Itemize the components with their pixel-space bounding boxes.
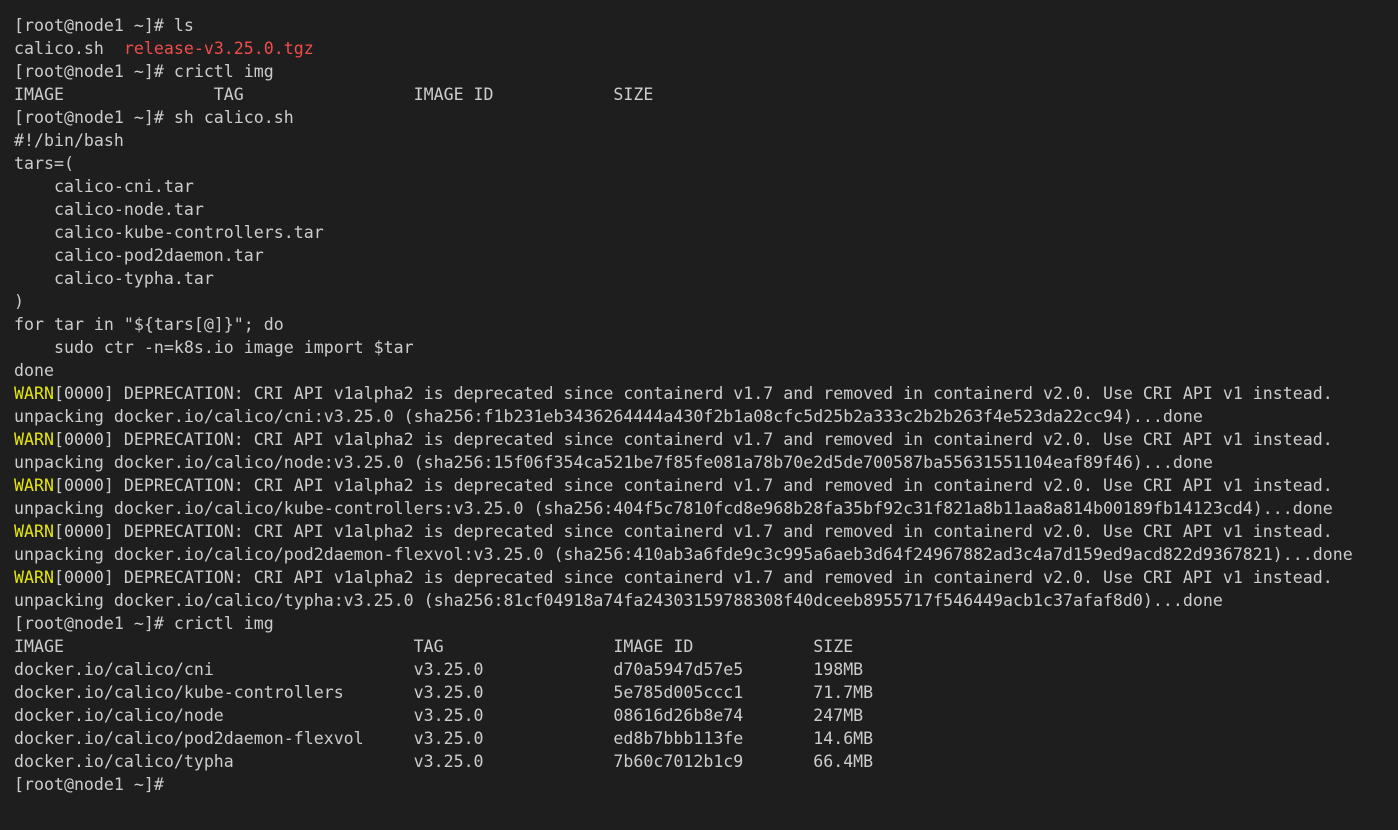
terminal-line: docker.io/calico/typha v3.25.0 7b60c7012… <box>14 750 1398 773</box>
warn-label: WARN <box>14 430 54 449</box>
terminal-text: calico-pod2daemon.tar <box>14 246 264 265</box>
terminal-line: calico.sh release-v3.25.0.tgz <box>14 37 1398 60</box>
terminal-line: for tar in "${tars[@]}"; do <box>14 313 1398 336</box>
terminal-line: calico-cni.tar <box>14 175 1398 198</box>
terminal-line: docker.io/calico/node v3.25.0 08616d26b8… <box>14 704 1398 727</box>
terminal-text: docker.io/calico/kube-controllers v3.25.… <box>14 683 874 702</box>
terminal-line: WARN[0000] DEPRECATION: CRI API v1alpha2… <box>14 382 1398 405</box>
terminal-line: unpacking docker.io/calico/node:v3.25.0 … <box>14 451 1398 474</box>
terminal-window[interactable]: [root@node1 ~]# ls calico.sh release-v3.2… <box>0 0 1398 830</box>
warn-label: WARN <box>14 476 54 495</box>
terminal-line: WARN[0000] DEPRECATION: CRI API v1alpha2… <box>14 474 1398 497</box>
terminal-text: [0000] DEPRECATION: CRI API v1alpha2 is … <box>53 522 1333 541</box>
terminal-text: [root@node1 ~]# crictl img <box>14 62 274 81</box>
terminal-line: unpacking docker.io/calico/cni:v3.25.0 (… <box>14 405 1398 428</box>
terminal-text: [0000] DEPRECATION: CRI API v1alpha2 is … <box>53 384 1333 403</box>
terminal-text: docker.io/calico/cni v3.25.0 d70a5947d57… <box>14 660 864 679</box>
terminal-line: [root@node1 ~]# ls <box>14 14 1398 37</box>
terminal-line: calico-typha.tar <box>14 267 1398 290</box>
terminal-output: [root@node1 ~]# ls calico.sh release-v3.2… <box>14 14 1398 796</box>
terminal-text: [root@node1 ~]# <box>14 775 174 794</box>
terminal-text: calico.sh <box>14 39 124 58</box>
terminal-text: ) <box>14 292 24 311</box>
terminal-cursor[interactable] <box>174 775 183 793</box>
terminal-text: sudo ctr -n=k8s.io image import $tar <box>14 338 414 357</box>
terminal-line: IMAGE TAG IMAGE ID SIZE <box>14 635 1398 658</box>
terminal-line: docker.io/calico/pod2daemon-flexvol v3.2… <box>14 727 1398 750</box>
terminal-text: #!/bin/bash <box>14 131 124 150</box>
terminal-text: unpacking docker.io/calico/cni:v3.25.0 (… <box>14 407 1203 426</box>
terminal-line: done <box>14 359 1398 382</box>
terminal-line: [root@node1 ~]# crictl img <box>14 60 1398 83</box>
terminal-line: unpacking docker.io/calico/typha:v3.25.0… <box>14 589 1398 612</box>
terminal-text: [0000] DEPRECATION: CRI API v1alpha2 is … <box>53 568 1333 587</box>
terminal-line: tars=( <box>14 152 1398 175</box>
terminal-text: calico-node.tar <box>14 200 204 219</box>
terminal-text: IMAGE TAG IMAGE ID SIZE <box>14 637 854 656</box>
terminal-line: calico-pod2daemon.tar <box>14 244 1398 267</box>
terminal-text: for tar in "${tars[@]}"; do <box>14 315 284 334</box>
terminal-line: [root@node1 ~]# crictl img <box>14 612 1398 635</box>
warn-label: WARN <box>14 522 54 541</box>
terminal-line: docker.io/calico/cni v3.25.0 d70a5947d57… <box>14 658 1398 681</box>
archive-file-name: release-v3.25.0.tgz <box>123 39 314 58</box>
terminal-text: [root@node1 ~]# ls <box>14 16 194 35</box>
terminal-line: unpacking docker.io/calico/kube-controll… <box>14 497 1398 520</box>
warn-label: WARN <box>14 568 54 587</box>
terminal-text: docker.io/calico/typha v3.25.0 7b60c7012… <box>14 752 874 771</box>
terminal-text: docker.io/calico/pod2daemon-flexvol v3.2… <box>14 729 874 748</box>
terminal-text: IMAGE TAG IMAGE ID SIZE <box>14 85 654 104</box>
terminal-line: calico-node.tar <box>14 198 1398 221</box>
terminal-line: [root@node1 ~]# <box>14 773 1398 796</box>
terminal-text: unpacking docker.io/calico/kube-controll… <box>14 499 1333 518</box>
terminal-line: IMAGE TAG IMAGE ID SIZE <box>14 83 1398 106</box>
terminal-text: [0000] DEPRECATION: CRI API v1alpha2 is … <box>53 430 1333 449</box>
terminal-text: calico-kube-controllers.tar <box>14 223 324 242</box>
terminal-line: calico-kube-controllers.tar <box>14 221 1398 244</box>
terminal-text: unpacking docker.io/calico/node:v3.25.0 … <box>14 453 1213 472</box>
terminal-text: unpacking docker.io/calico/pod2daemon-fl… <box>14 545 1353 564</box>
terminal-line: WARN[0000] DEPRECATION: CRI API v1alpha2… <box>14 428 1398 451</box>
terminal-text: [root@node1 ~]# crictl img <box>14 614 274 633</box>
warn-label: WARN <box>14 384 54 403</box>
terminal-line: [root@node1 ~]# sh calico.sh <box>14 106 1398 129</box>
terminal-line: WARN[0000] DEPRECATION: CRI API v1alpha2… <box>14 520 1398 543</box>
terminal-line: docker.io/calico/kube-controllers v3.25.… <box>14 681 1398 704</box>
terminal-text: [root@node1 ~]# sh calico.sh <box>14 108 294 127</box>
terminal-text: tars=( <box>14 154 74 173</box>
terminal-line: ) <box>14 290 1398 313</box>
terminal-text: calico-typha.tar <box>14 269 214 288</box>
terminal-line: sudo ctr -n=k8s.io image import $tar <box>14 336 1398 359</box>
terminal-line: #!/bin/bash <box>14 129 1398 152</box>
terminal-text: done <box>14 361 54 380</box>
terminal-text: [0000] DEPRECATION: CRI API v1alpha2 is … <box>53 476 1333 495</box>
terminal-text: unpacking docker.io/calico/typha:v3.25.0… <box>14 591 1223 610</box>
terminal-line: WARN[0000] DEPRECATION: CRI API v1alpha2… <box>14 566 1398 589</box>
terminal-text: calico-cni.tar <box>14 177 194 196</box>
terminal-text: docker.io/calico/node v3.25.0 08616d26b8… <box>14 706 864 725</box>
terminal-line: unpacking docker.io/calico/pod2daemon-fl… <box>14 543 1398 566</box>
